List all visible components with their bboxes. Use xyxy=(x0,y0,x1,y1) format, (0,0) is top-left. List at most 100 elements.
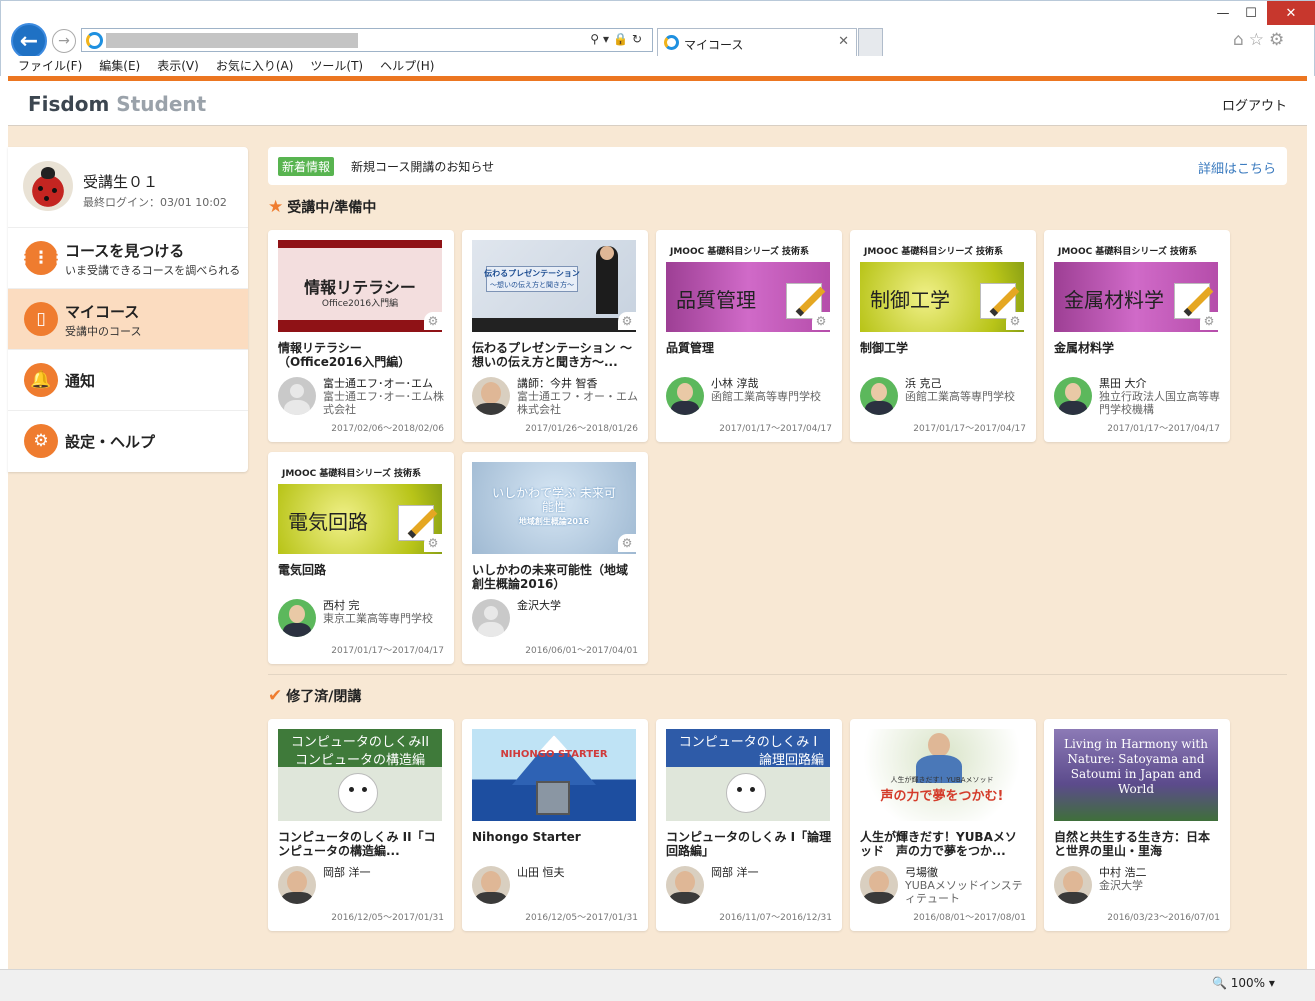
course-title: 伝わるプレゼンテーション 〜想いの伝え方と聞き方〜... xyxy=(472,341,632,369)
course-card[interactable]: 情報リテラシー Office2016入門編 ⚙ 情報リテラシー（Office20… xyxy=(268,230,454,442)
address-tools[interactable]: ⚲▾🔒↻ xyxy=(590,32,646,46)
lecturer-avatar xyxy=(860,377,898,415)
tab-title: マイコース xyxy=(684,38,744,52)
course-thumbnail: JMOOC 基礎科目シリーズ 技術系 品質管理 xyxy=(666,240,830,332)
course-date: 2017/02/06〜2018/02/06 xyxy=(331,424,444,434)
course-thumbnail: NIHONGO STARTER xyxy=(472,729,636,821)
close-window-button[interactable]: ✕ xyxy=(1267,1,1315,25)
door-icon: ▯ xyxy=(24,302,58,336)
course-card[interactable]: JMOOC 基礎科目シリーズ 技術系 品質管理 ⚙ 品質管理 小林 淳哉 函館工業… xyxy=(656,230,842,442)
address-bar[interactable]: ⚲▾🔒↻ xyxy=(81,28,653,52)
course-card[interactable]: 人生が輝きだす！YUBAメソッド 声の力で夢をつかむ! 人生が輝きだす！YUBA… xyxy=(850,719,1036,931)
sidebar-item-notifications[interactable]: 🔔 通知 xyxy=(8,350,248,411)
lecturer-name: 金沢大学 xyxy=(517,599,561,612)
logo[interactable]: Fisdom Student xyxy=(28,92,206,116)
course-date: 2016/08/01〜2017/08/01 xyxy=(913,913,1026,923)
browser-chrome: — ☐ ✕ ← → ⚲▾🔒↻ マイコース ✕ ⌂☆⚙ xyxy=(0,0,1315,59)
course-card[interactable]: NIHONGO STARTER Nihongo Starter 山田 恒夫 20… xyxy=(462,719,648,931)
ie-tab-icon xyxy=(664,35,679,50)
course-card[interactable]: 伝わるプレゼンテーション 〜想いの伝え方と聞き方〜 ⚙ 伝わるプレゼンテーション… xyxy=(462,230,648,442)
menu-file[interactable]: ファイル(F) xyxy=(18,56,82,76)
menu-edit[interactable]: 編集(E) xyxy=(99,56,140,76)
section-done-heading: ✔ 修了済/閉講 xyxy=(268,686,362,706)
course-card[interactable]: いしかわで学ぶ 未来可能性 地域創生概論2016 ⚙ いしかわの未来可能性（地域… xyxy=(462,452,648,664)
lecturer-avatar xyxy=(278,599,316,637)
settings-icon[interactable]: ⚙ xyxy=(1006,312,1024,330)
menu-view[interactable]: 表示(V) xyxy=(157,56,199,76)
settings-icon[interactable]: ⚙ xyxy=(812,312,830,330)
settings-icon[interactable]: ⚙ xyxy=(1200,312,1218,330)
status-bar: 🔍 100% ▾ xyxy=(0,969,1315,1001)
lecturer-name: 弓場徹 YUBAメソッドインスティテュート xyxy=(905,866,1023,905)
course-card[interactable]: Living in Harmony with Nature: Satoyama … xyxy=(1044,719,1230,931)
home-favorites-settings-icons[interactable]: ⌂☆⚙ xyxy=(1233,30,1289,50)
zoom-control[interactable]: 🔍 100% ▾ xyxy=(1212,976,1275,990)
lecturer-name: 山田 恒夫 xyxy=(517,866,565,879)
course-title: 人生が輝きだす！YUBAメソッド 声の力で夢をつか... xyxy=(860,830,1017,858)
lecturer-name: 岡部 洋一 xyxy=(323,866,371,879)
tab-close-icon[interactable]: ✕ xyxy=(838,34,849,49)
course-card[interactable]: JMOOC 基礎科目シリーズ 技術系 制御工学 ⚙ 制御工学 浜 克己 函館工業高… xyxy=(850,230,1036,442)
sidebar-item-settings[interactable]: ⚙ 設定・ヘルプ xyxy=(8,411,248,472)
sidebar-item-find-course[interactable]: ⋮⋮⋮ コースを見つける いま受講できるコースを調べられる xyxy=(8,228,248,289)
news-detail-link[interactable]: 詳細はこちら xyxy=(1198,158,1276,177)
news-bar: 新着情報 新規コース開講のお知らせ 詳細はこちら xyxy=(268,147,1287,185)
course-thumbnail: JMOOC 基礎科目シリーズ 技術系 金属材料学 xyxy=(1054,240,1218,332)
tab-mycourse[interactable]: マイコース ✕ xyxy=(657,28,857,57)
course-card[interactable]: コンピュータのしくみ I 論理回路編 コンピュータのしくみ I「論理回路編」 岡… xyxy=(656,719,842,931)
app-header: Fisdom Student ログアウト xyxy=(8,81,1307,126)
course-card[interactable]: JMOOC 基礎科目シリーズ 技術系 金属材料学 ⚙ 金属材料学 黒田 大介 独立… xyxy=(1044,230,1230,442)
course-date: 2017/01/17〜2017/04/17 xyxy=(913,424,1026,434)
logout-link[interactable]: ログアウト xyxy=(1222,95,1287,114)
lecturer-avatar xyxy=(278,866,316,904)
course-date: 2016/11/07〜2016/12/31 xyxy=(719,913,832,923)
check-icon: ✔ xyxy=(268,686,283,706)
course-thumbnail: JMOOC 基礎科目シリーズ 技術系 電気回路 xyxy=(278,462,442,554)
lecturer-name: 小林 淳哉 函館工業高等専門学校 xyxy=(711,377,821,403)
settings-icon[interactable]: ⚙ xyxy=(618,534,636,552)
maximize-button[interactable]: ☐ xyxy=(1237,1,1265,25)
lecturer-name: 富士通エフ･オー･エム 富士通エフ･オー･エム株式会社 xyxy=(323,377,444,416)
news-text[interactable]: 新規コース開講のお知らせ xyxy=(351,158,494,175)
sidebar-item-mycourse[interactable]: ▯ マイコース 受講中のコース xyxy=(8,289,248,350)
new-tab-button[interactable] xyxy=(858,28,883,57)
course-title: コンピュータのしくみ II「コンピュータの構造編... xyxy=(278,830,436,858)
course-title: いしかわの未来可能性（地域創生概論2016） xyxy=(472,563,629,591)
lecturer-avatar xyxy=(278,377,316,415)
lecturer-avatar xyxy=(666,866,704,904)
course-thumbnail: コンピュータのしくみII コンピュータの構造編 xyxy=(278,729,442,821)
course-date: 2016/12/05〜2017/01/31 xyxy=(525,913,638,923)
user-panel: 受講生０１ 最終ログイン：03/01 10:02 xyxy=(8,147,248,228)
menu-favorites[interactable]: お気に入り(A) xyxy=(216,56,294,76)
minimize-button[interactable]: — xyxy=(1209,1,1237,25)
sidebar-item-sub: 受講中のコース xyxy=(65,325,142,338)
course-card[interactable]: コンピュータのしくみII コンピュータの構造編 コンピュータのしくみ II「コン… xyxy=(268,719,454,931)
forward-button[interactable]: → xyxy=(52,29,76,53)
back-button[interactable]: ← xyxy=(11,23,47,59)
menu-help[interactable]: ヘルプ(H) xyxy=(380,56,434,76)
menu-tools[interactable]: ツール(T) xyxy=(310,56,363,76)
grid-icon: ⋮⋮⋮ xyxy=(16,241,67,275)
ie-logo-icon xyxy=(86,32,103,49)
sidebar-item-label: マイコース xyxy=(65,303,140,321)
settings-icon[interactable]: ⚙ xyxy=(424,534,442,552)
sidebar: 受講生０１ 最終ログイン：03/01 10:02 ⋮⋮⋮ コースを見つける いま… xyxy=(8,147,248,472)
course-date: 2016/03/23〜2016/07/01 xyxy=(1107,913,1220,923)
last-login: 最終ログイン：03/01 10:02 xyxy=(83,196,227,209)
course-title: 制御工学 xyxy=(860,341,909,355)
course-date: 2016/06/01〜2017/04/01 xyxy=(525,646,638,656)
address-url-redacted xyxy=(106,33,358,48)
app-page: Fisdom Student ログアウト 受講生０１ 最終ログイン：03/01 … xyxy=(8,81,1307,969)
course-title: 情報リテラシー（Office2016入門編） xyxy=(278,341,411,369)
lecturer-name: 中村 浩二 金沢大学 xyxy=(1099,866,1147,892)
lecturer-name: 岡部 洋一 xyxy=(711,866,759,879)
course-date: 2017/01/17〜2017/04/17 xyxy=(719,424,832,434)
course-card[interactable]: JMOOC 基礎科目シリーズ 技術系 電気回路 ⚙ 電気回路 西村 完東京工業高… xyxy=(268,452,454,664)
course-date: 2017/01/17〜2017/04/17 xyxy=(1107,424,1220,434)
settings-icon[interactable]: ⚙ xyxy=(424,312,442,330)
sidebar-item-label: 通知 xyxy=(65,372,96,390)
settings-icon[interactable]: ⚙ xyxy=(618,312,636,330)
lecturer-avatar xyxy=(472,599,510,637)
menu-bar: ファイル(F) 編集(E) 表示(V) お気に入り(A) ツール(T) ヘルプ(H) xyxy=(0,56,1315,76)
news-badge: 新着情報 xyxy=(278,157,335,176)
